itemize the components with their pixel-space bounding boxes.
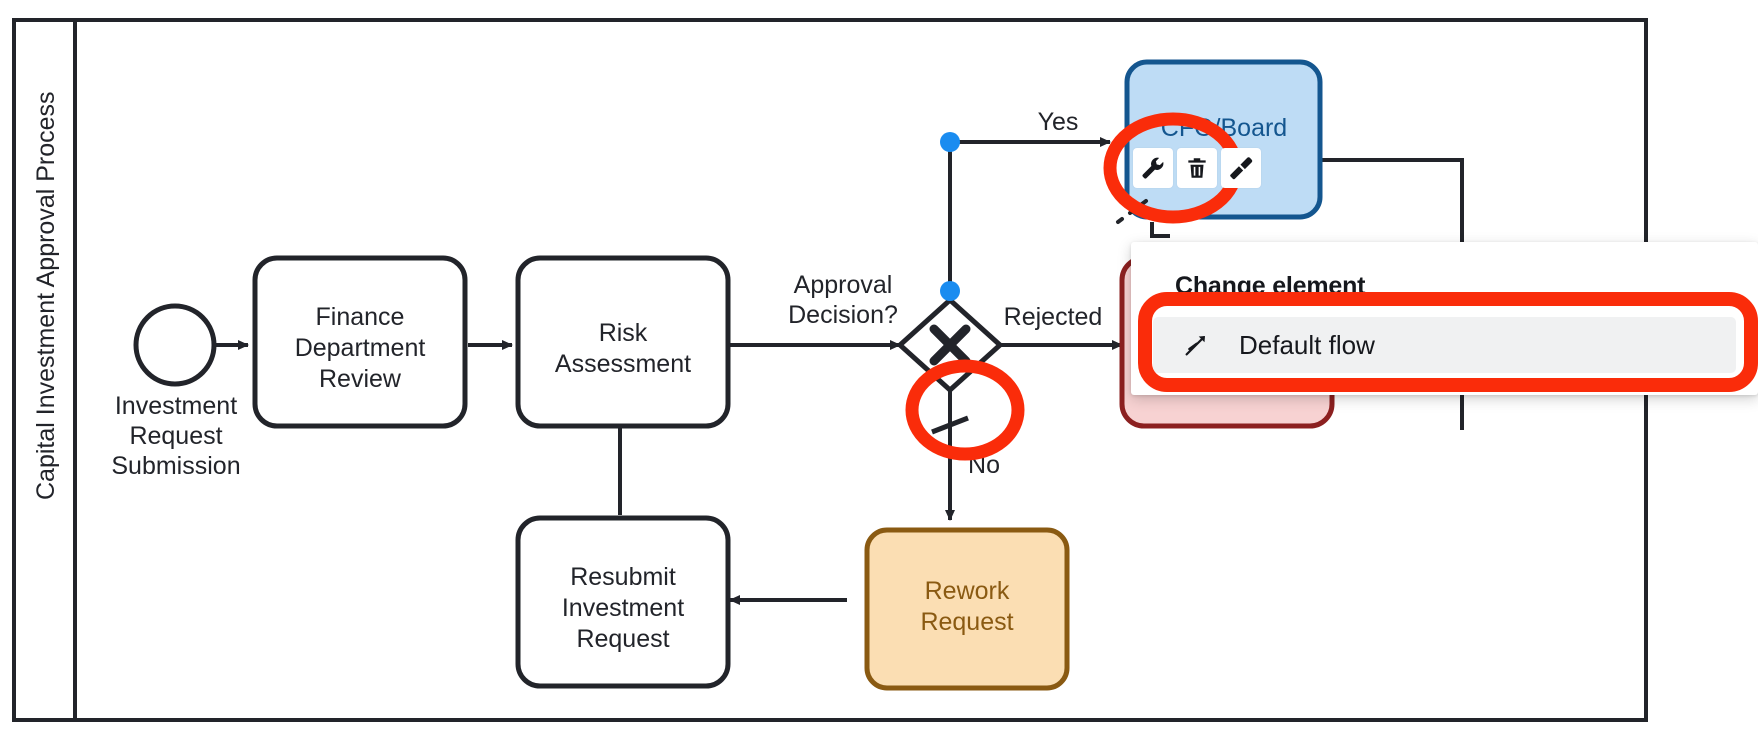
default-flow-icon: [1185, 336, 1205, 356]
task-resubmit-label-line-1: Investment: [562, 594, 684, 622]
task-risk-label-line-1: Assessment: [555, 350, 691, 378]
task-finance-label-line-1: Department: [295, 334, 426, 362]
task-resubmit-label-line-2: Request: [576, 625, 669, 653]
lane-label: Capital Investment Approval Process: [32, 91, 60, 500]
task-rework-label-line-0: Rework: [925, 577, 1010, 605]
start-event-label-line-0: Investment: [115, 392, 237, 420]
popup-title: Change element: [1175, 272, 1366, 300]
gateway-label-line-1: Decision?: [788, 301, 898, 329]
popup-entry-default-flow[interactable]: Default flow: [1153, 317, 1736, 373]
brush-icon[interactable]: [1221, 148, 1261, 188]
flow-label-rejected: Rejected: [1004, 303, 1103, 331]
task-resubmit-label-line-0: Resubmit: [570, 563, 676, 591]
task-risk-label-line-0: Risk: [599, 319, 648, 347]
context-pad[interactable]: [1133, 148, 1261, 188]
trash-icon[interactable]: [1177, 148, 1217, 188]
diagram-canvas[interactable]: Capital Investment Approval Process Yes …: [0, 0, 1758, 748]
task-rework-label-line-1: Request: [920, 608, 1013, 636]
task-finance-label-line-2: Review: [319, 365, 402, 393]
start-event-label: Investment Request Submission: [111, 392, 240, 480]
gateway-label-line-0: Approval: [794, 271, 893, 299]
connection-dot-gateway[interactable]: [940, 281, 960, 301]
flow-label-yes: Yes: [1038, 108, 1079, 136]
start-event-label-line-2: Submission: [111, 452, 240, 480]
task-finance-label-line-0: Finance: [316, 303, 405, 331]
start-event[interactable]: [133, 303, 217, 387]
start-event-label-line-1: Request: [129, 422, 222, 450]
popup-entry-default-flow-label: Default flow: [1239, 329, 1375, 360]
connection-dot-top[interactable]: [940, 132, 960, 152]
wrench-icon[interactable]: [1133, 148, 1173, 188]
task-resubmit-label: Resubmit Investment Request: [562, 563, 684, 653]
lane-label-text: Capital Investment Approval Process: [32, 91, 60, 500]
change-element-popup[interactable]: Change element Default flow: [1131, 242, 1758, 395]
